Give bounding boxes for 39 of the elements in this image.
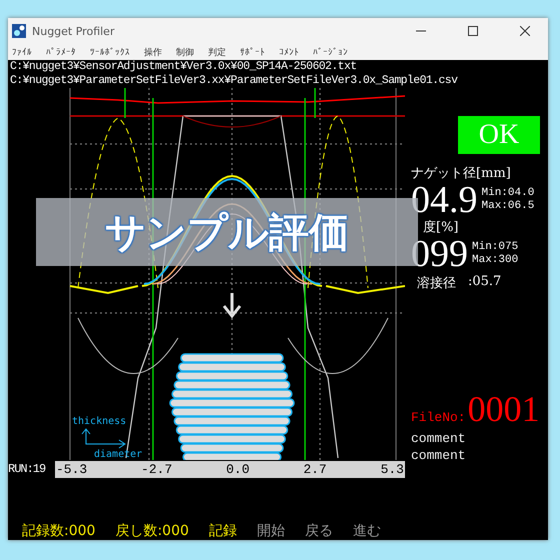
run-label: RUN:19 xyxy=(8,462,46,476)
tick-label: -5.3 xyxy=(56,462,88,476)
counter-text: 記録数:000 xyxy=(22,522,96,540)
tick-label: 2.7 xyxy=(303,462,327,476)
tick-label: -2.7 xyxy=(141,462,172,476)
comment-text: comment xyxy=(411,430,467,447)
file-number: 0001 xyxy=(468,388,540,430)
menu-item[interactable]: 制御 xyxy=(176,46,194,58)
nugget-label: ナゲット径[mm] xyxy=(411,165,512,182)
tick-label: 0.0 xyxy=(226,462,250,476)
min-value: Min:04.0 xyxy=(482,187,534,200)
menu-item[interactable]: 判定 xyxy=(208,46,226,58)
window-title: Nugget Profiler xyxy=(32,24,116,38)
judgement-badge: OK xyxy=(458,116,540,154)
menu-item[interactable]: ﾂｰﾙﾎﾞｯｸｽ xyxy=(90,46,130,58)
file-path: C:¥nugget3¥ParameterSetFileVer3.xx¥ParameterSetFileVer3.0x_Sample01.csv xyxy=(9,74,458,88)
axes-arrow-icon xyxy=(82,428,126,448)
menu-item[interactable]: 操作 xyxy=(144,46,162,58)
min-value: Min:075 xyxy=(472,241,518,254)
comment-text: comment xyxy=(411,447,467,464)
menu-item[interactable]: ｺﾒﾝﾄ xyxy=(279,46,299,58)
menu-item[interactable]: ﾊﾞｰｼﾞｮﾝ xyxy=(313,46,348,58)
max-value: Max:06.5 xyxy=(482,200,534,213)
app-icon xyxy=(12,24,26,38)
menu-item[interactable]: ﾊﾟﾗﾒｰﾀ xyxy=(46,46,76,58)
file-number-label: FileNo: xyxy=(411,410,466,425)
thickness-label: thickness xyxy=(72,416,126,427)
counter-text: 戻し数:000 xyxy=(115,522,189,540)
max-value: Max:300 xyxy=(472,254,518,267)
weld-value: :05.7 xyxy=(468,274,502,291)
menu-item[interactable]: ﾌｧｲﾙ xyxy=(12,46,32,58)
menu-item[interactable]: ｻﾎﾟｰﾄ xyxy=(240,46,265,58)
close-icon xyxy=(520,26,530,36)
tick-label: 5.3 xyxy=(380,462,404,476)
penetration-label: 度[%] xyxy=(423,219,460,236)
action-button[interactable]: 記録 xyxy=(208,522,237,540)
file-path: C:¥nugget3¥SensorAdjustment¥Ver3.0x¥00_SP14A-250602.txt xyxy=(9,60,358,74)
maximize-icon xyxy=(468,26,478,36)
weld-label: 溶接径 xyxy=(417,275,456,292)
